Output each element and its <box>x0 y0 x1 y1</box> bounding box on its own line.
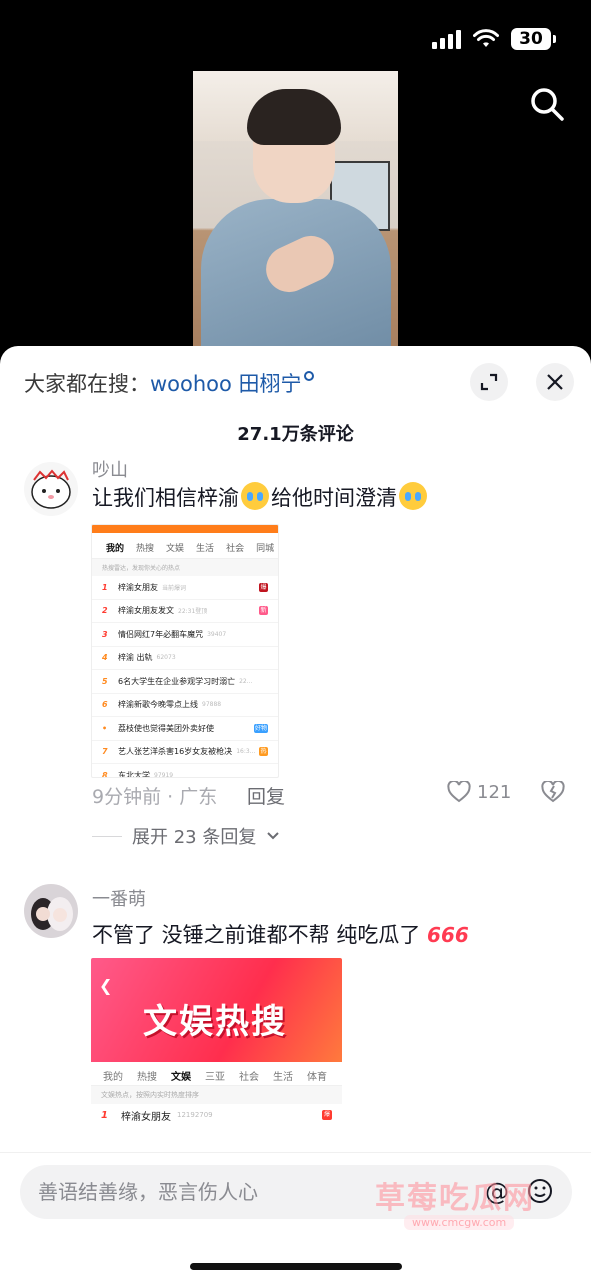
hot-search-row: 3 情侣网红7年必翻车魔咒 39407 <box>92 623 278 647</box>
expand-button[interactable] <box>470 363 508 401</box>
search-small-icon <box>303 371 314 381</box>
close-icon <box>547 374 563 390</box>
comment-text: 让我们相信梓渝 给他时间澄清 <box>92 482 429 512</box>
watermark-url: www.cmcgw.com <box>404 1215 515 1230</box>
image-hint: 文娱热点，按照内实时热度排序 <box>91 1086 342 1104</box>
comment-image[interactable]: ❮ 文娱热搜 我的 热搜 文娱 三亚 社会 生活 体育 文娱热点，按照内实时热度… <box>91 958 342 1158</box>
image-tab: 生活 <box>273 1072 293 1083</box>
comment-text-part: 不管了 没锤之前谁都不帮 纯吃瓜了 <box>92 923 421 947</box>
comment-username[interactable]: 一番萌 <box>92 885 146 911</box>
hot-search-row: 7 艺人张艺洋杀害16岁女友被枪决 16:3... 热 <box>92 741 278 764</box>
image-tab: 文娱 <box>166 544 185 554</box>
comment-count: 27.1万条评论 <box>237 424 354 445</box>
hot-search-row: 2 梓渝女朋友发文 22:31登顶新 <box>92 600 278 623</box>
suggested-search-keyword[interactable]: woohoo 田栩宁 <box>150 372 302 396</box>
image-tab: 热搜 <box>137 1072 157 1083</box>
comment-sheet: 大家都在搜：woohoo 田栩宁 27.1万条评论 吵山 让我们相信梓渝 给他时间… <box>0 346 591 1280</box>
hot-search-row: 5 6名大学生在企业参观学习时溺亡 22... <box>92 670 278 694</box>
image-tab: 热搜 <box>136 544 155 554</box>
expand-replies-label: 展开 23 条回复 <box>132 827 257 848</box>
expand-replies-button[interactable]: 展开 23 条回复 <box>92 823 280 849</box>
comment-input-bar: 善语结善缘，恶言伤人心 @ 草莓吃瓜网 www.cmcgw.com <box>0 1152 591 1280</box>
comment-text-part: 给他时间澄清 <box>271 486 397 510</box>
search-icon[interactable] <box>527 84 567 124</box>
hot-search-tabs: 我的 热搜 文娱 三亚 社会 生活 体育 <box>91 1062 342 1086</box>
avatar[interactable] <box>24 884 78 938</box>
image-tab: 三亚 <box>205 1072 225 1083</box>
crying-emoji-icon <box>241 482 269 510</box>
image-hint: 热搜雷达，发现你关心的热点 <box>92 559 278 576</box>
comment-username[interactable]: 吵山 <box>92 456 128 482</box>
hot-search-row: 1 梓渝女朋友 12192709 爆 <box>101 1109 332 1123</box>
image-tab: 我的 <box>106 544 125 554</box>
image-tab: 生活 <box>196 544 215 554</box>
home-indicator[interactable] <box>190 1263 402 1270</box>
suggested-search-prefix: 大家都在搜： <box>24 372 150 396</box>
dislike-icon[interactable] <box>541 781 565 803</box>
image-tab: 我的 <box>103 1072 123 1083</box>
reply-button[interactable]: 回复 <box>247 782 285 809</box>
image-tab: 文娱 <box>171 1072 191 1083</box>
video-preview[interactable] <box>193 71 398 356</box>
back-arrow-icon: ❮ <box>99 976 113 995</box>
close-button[interactable] <box>536 363 574 401</box>
watermark: 草莓吃瓜网 <box>375 1181 535 1216</box>
comment-image[interactable]: 我的 热搜 文娱 生活 社会 同城 热搜雷达，发现你关心的热点 1 梓渝女朋友 当前… <box>91 524 279 778</box>
image-tab: 社会 <box>239 1072 259 1083</box>
image-tab: 社会 <box>226 544 245 554</box>
battery-icon: 30 <box>511 28 556 50</box>
crying-emoji-icon <box>399 482 427 510</box>
image-banner-title: 文娱热搜 <box>143 1002 287 1042</box>
image-tab: 体育 <box>307 1072 327 1083</box>
wifi-icon <box>473 29 499 47</box>
cellular-signal-icon <box>432 29 461 49</box>
like-count: 121 <box>477 781 512 803</box>
comment-time-location: 9分钟前 · 广东 <box>92 786 218 808</box>
hot-search-row: • 荔枝使也觉得美团外卖好使 好物 <box>92 717 278 741</box>
hot-search-row: 6 梓渝新歌今晚零点上线 97888 <box>92 694 278 717</box>
666-badge: 666 <box>427 923 469 947</box>
heart-icon <box>447 781 471 803</box>
expand-icon <box>480 373 498 391</box>
chevron-down-icon <box>267 832 280 840</box>
hot-search-tabs: 我的 热搜 文娱 生活 社会 同城 <box>92 533 278 559</box>
comment-text: 不管了 没锤之前谁都不帮 纯吃瓜了 666 <box>92 919 469 949</box>
hot-search-row: 1 梓渝女朋友 当前爆词爆 <box>92 576 278 600</box>
avatar[interactable] <box>24 462 78 516</box>
like-button[interactable]: 121 <box>447 781 511 803</box>
hot-search-row: 4 梓渝 出轨 62073 <box>92 647 278 670</box>
image-tab: 同城 <box>256 544 275 554</box>
comment-text-part: 让我们相信梓渝 <box>92 486 239 510</box>
suggested-search[interactable]: 大家都在搜：woohoo 田栩宁 <box>24 368 314 398</box>
hot-search-row: 8 东北大学 97919 <box>92 764 278 777</box>
status-bar: 30 <box>432 26 556 52</box>
